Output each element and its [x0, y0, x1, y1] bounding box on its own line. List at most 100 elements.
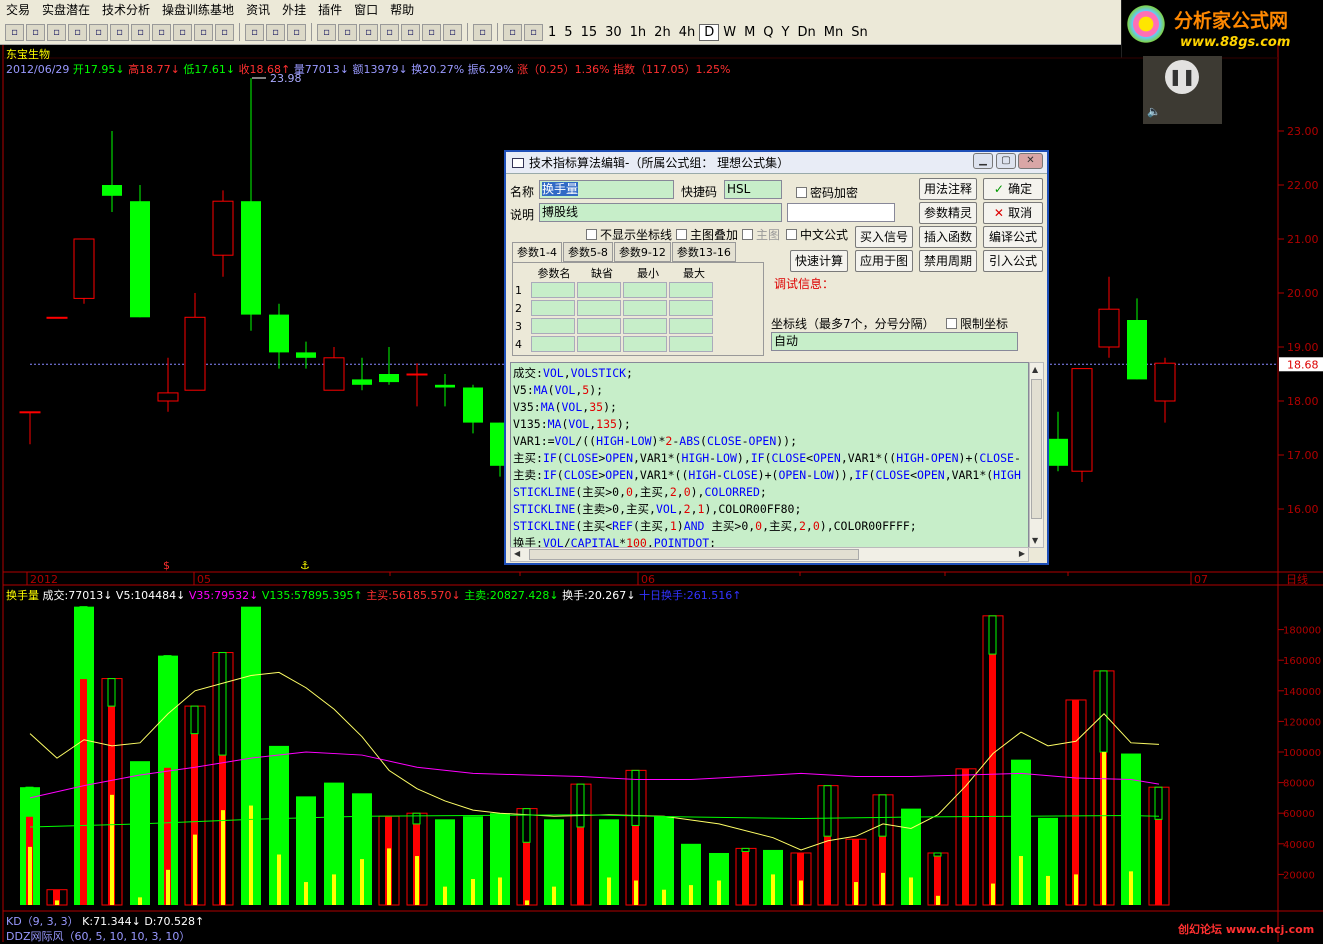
period-button-Dn[interactable]: Dn — [793, 25, 819, 40]
ban-period-button[interactable]: 禁用周期 — [919, 250, 977, 272]
toolbar-pen-icon[interactable]: ▫ — [89, 23, 108, 41]
param-cell-input[interactable] — [623, 318, 667, 334]
param-cell-input[interactable] — [669, 282, 713, 298]
menu-item-5[interactable]: 外挂 — [276, 0, 312, 20]
toolbar-chart-icon[interactable]: ▫ — [5, 23, 24, 41]
period-button-Sn[interactable]: Sn — [847, 25, 872, 40]
period-button-5[interactable]: 5 — [560, 25, 576, 40]
menu-item-7[interactable]: 窗口 — [348, 0, 384, 20]
param-cell-input[interactable] — [531, 300, 575, 316]
code-line[interactable]: 主卖:IF(CLOSE>OPEN,VAR1*((HIGH-CLOSE)+(OPE… — [513, 467, 1026, 484]
close-icon[interactable]: ✕ — [1018, 153, 1043, 169]
toolbar-rect-icon[interactable]: ▫ — [380, 23, 399, 41]
quick-calc-button[interactable]: 快速计算 — [790, 250, 848, 272]
period-button-30[interactable]: 30 — [601, 25, 626, 40]
code-line[interactable]: 主买:IF(CLOSE>OPEN,VAR1*(HIGH-LOW),IF(CLOS… — [513, 450, 1026, 467]
code-line[interactable]: STICKLINE(主卖>0,主买,VOL,2,1),COLOR00FF80; — [513, 501, 1026, 518]
cancel-button[interactable]: ✕ 取消 — [983, 202, 1043, 224]
toolbar-lines2-icon[interactable]: ▫ — [359, 23, 378, 41]
param-cell-input[interactable] — [623, 300, 667, 316]
toolbar-bar-icon[interactable]: ▫ — [26, 23, 45, 41]
video-thumbnail[interactable]: ❚❚ 🔈 — [1143, 56, 1222, 124]
desc-input[interactable]: 搏股线 — [539, 203, 782, 222]
code-line[interactable]: STICKLINE(主买>0,0,主买,2,0),COLORRED; — [513, 484, 1026, 501]
apply-button[interactable]: 应用于图 — [855, 250, 913, 272]
period-button-Mn[interactable]: Mn — [820, 25, 847, 40]
code-line[interactable]: V35:MA(VOL,35); — [513, 399, 1026, 416]
toolbar-img-icon[interactable]: ▫ — [194, 23, 213, 41]
toolbar-warn-icon[interactable]: ▫ — [68, 23, 87, 41]
scroll-left-icon[interactable]: ◀ — [514, 549, 520, 558]
param-cell-input[interactable] — [669, 300, 713, 316]
axis-input[interactable]: 自动 — [771, 332, 1018, 351]
buy-signal-button[interactable]: 买入信号 — [855, 226, 913, 248]
checkbox-icon[interactable] — [586, 229, 597, 240]
menu-item-1[interactable]: 实盘潜在 — [36, 0, 96, 20]
param-cell-input[interactable] — [669, 336, 713, 352]
wizard-button[interactable]: 参数精灵 — [919, 202, 977, 224]
limit-axis-checkbox[interactable]: 限制坐标 — [946, 315, 1008, 332]
checkbox-icon[interactable] — [786, 229, 797, 240]
toolbar-dots-icon[interactable]: ▫ — [443, 23, 462, 41]
toolbar-trend-icon[interactable]: ▫ — [47, 23, 66, 41]
period-button-15[interactable]: 15 — [577, 25, 602, 40]
checkbox-icon[interactable] — [946, 318, 957, 329]
ok-button[interactable]: ✓ 确定 — [983, 178, 1043, 200]
maximize-button[interactable]: ▢ — [996, 153, 1016, 169]
period-button-1h[interactable]: 1h — [626, 25, 651, 40]
param-cell-input[interactable] — [623, 336, 667, 352]
param-cell-input[interactable] — [531, 336, 575, 352]
import-button[interactable]: 引入公式 — [983, 250, 1043, 272]
menu-item-0[interactable]: 交易 — [0, 0, 36, 20]
param-cell-input[interactable] — [531, 318, 575, 334]
checkbox-icon[interactable] — [742, 229, 753, 240]
toolbar-menu-icon[interactable]: ▫ — [287, 23, 306, 41]
scroll-up-icon[interactable]: ▲ — [1032, 365, 1038, 374]
password-checkbox[interactable]: 密码加密 — [796, 184, 858, 201]
shortcut-input[interactable]: HSL — [724, 180, 782, 199]
menu-item-3[interactable]: 操盘训练基地 — [156, 0, 240, 20]
vertical-scrollbar[interactable]: ▲ ▼ — [1029, 362, 1044, 548]
code-line[interactable]: 成交:VOL,VOLSTICK; — [513, 365, 1026, 382]
toolbar-win-icon[interactable]: ▫ — [152, 23, 171, 41]
toolbar-lines-icon[interactable]: ▫ — [215, 23, 234, 41]
toolbar-fan-icon[interactable]: ▫ — [338, 23, 357, 41]
checkbox-icon[interactable] — [796, 187, 807, 198]
param-cell-input[interactable] — [669, 318, 713, 334]
tab-params-3[interactable]: 参数9-12 — [613, 242, 671, 262]
horizontal-scrollbar[interactable]: ◀ ▶ — [510, 547, 1029, 562]
pause-icon[interactable]: ❚❚ — [1165, 60, 1199, 94]
menu-item-6[interactable]: 插件 — [312, 0, 348, 20]
checkbox-icon[interactable] — [676, 229, 687, 240]
toolbar-draw-icon[interactable]: ▫ — [266, 23, 285, 41]
toolbar-wave2-icon[interactable]: ▫ — [524, 23, 543, 41]
param-cell-input[interactable] — [577, 282, 621, 298]
param-cell-input[interactable] — [531, 282, 575, 298]
name-input[interactable]: 换手量 — [539, 180, 674, 199]
toolbar-layout-icon[interactable]: ▫ — [173, 23, 192, 41]
param-cell-input[interactable] — [577, 300, 621, 316]
password-input[interactable] — [787, 203, 895, 222]
toolbar-circle-icon[interactable]: ▫ — [401, 23, 420, 41]
code-line[interactable]: V135:MA(VOL,135); — [513, 416, 1026, 433]
code-line[interactable]: V5:MA(VOL,5); — [513, 382, 1026, 399]
chinese-checkbox[interactable]: 中文公式 — [786, 226, 848, 243]
param-cell-input[interactable] — [577, 318, 621, 334]
scroll-right-icon[interactable]: ▶ — [1019, 549, 1025, 558]
hscroll-thumb[interactable] — [529, 549, 859, 560]
period-button-4h[interactable]: 4h — [675, 25, 700, 40]
volume-icon[interactable]: 🔈 — [1147, 105, 1161, 118]
toolbar-cursor-icon[interactable]: ▫ — [245, 23, 264, 41]
period-button-M[interactable]: M — [740, 25, 759, 40]
compile-button[interactable]: 编译公式 — [983, 226, 1043, 248]
overlay-checkbox[interactable]: 主图叠加 — [676, 226, 738, 243]
code-line[interactable]: STICKLINE(主买<REF(主买,1)AND 主买>0,0,主买,2,0)… — [513, 518, 1026, 535]
toolbar-cols-icon[interactable]: ▫ — [131, 23, 150, 41]
period-button-Y[interactable]: Y — [778, 25, 794, 40]
minimize-button[interactable]: ▁ — [973, 153, 993, 169]
toolbar-vbars-icon[interactable]: ▫ — [317, 23, 336, 41]
code-line[interactable]: VAR1:=VOL/((HIGH-LOW)*2-ABS(CLOSE-OPEN))… — [513, 433, 1026, 450]
param-cell-input[interactable] — [623, 282, 667, 298]
toolbar-save-icon[interactable]: ▫ — [473, 23, 492, 41]
menu-item-4[interactable]: 资讯 — [240, 0, 276, 20]
